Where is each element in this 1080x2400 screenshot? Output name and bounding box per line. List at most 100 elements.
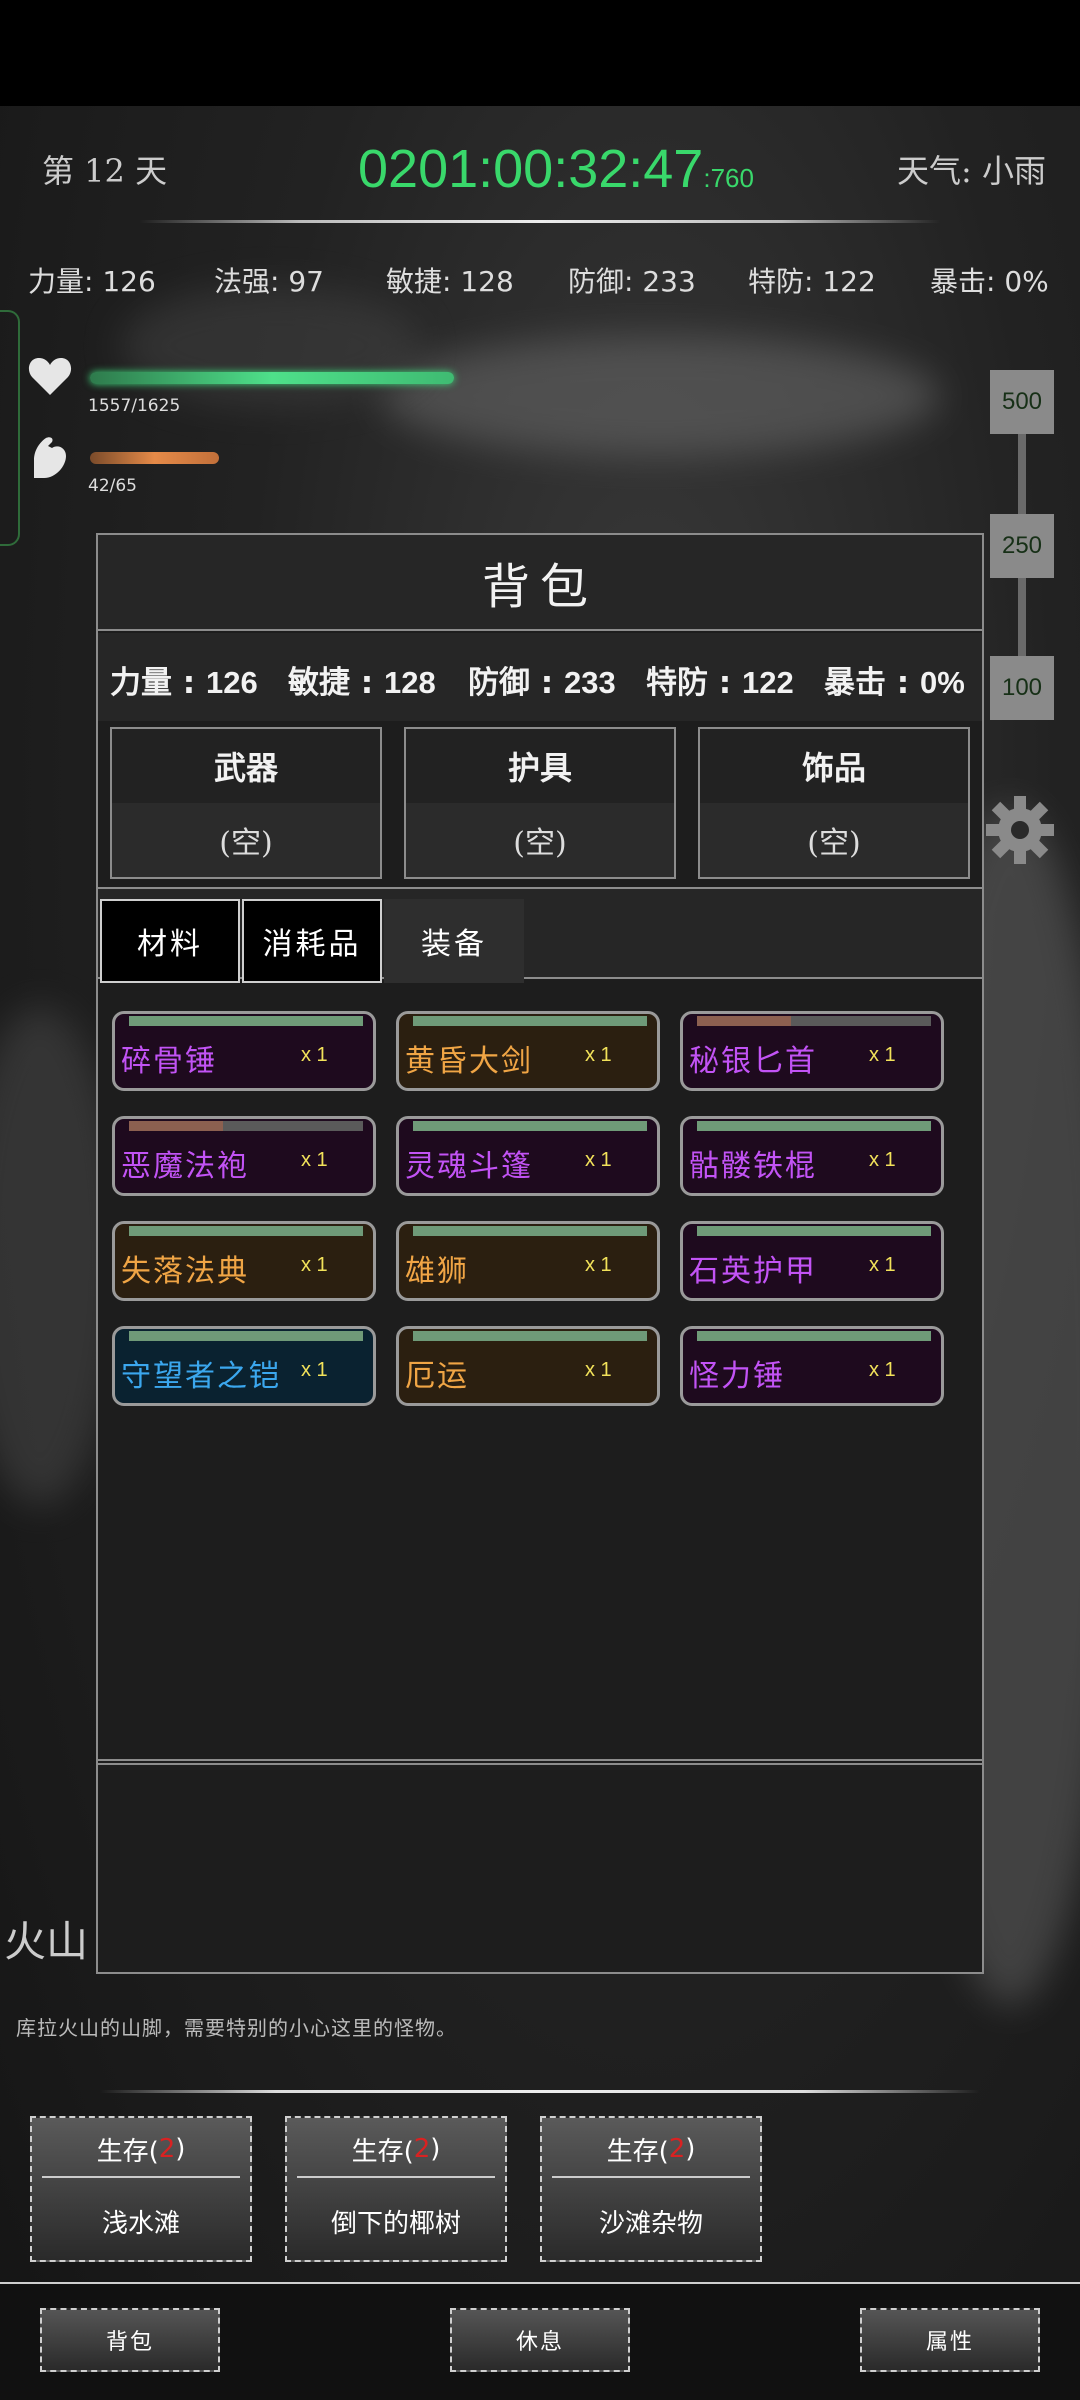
strength-arm-icon (34, 437, 66, 478)
durability-fill (413, 1226, 647, 1236)
durability-bar (697, 1121, 931, 1131)
durability-fill (413, 1331, 647, 1341)
durability-fill (697, 1331, 931, 1341)
action-shallow-beach[interactable]: 生存(2) 浅水滩 (30, 2116, 252, 2262)
bag-stat-value: 0% (919, 665, 965, 700)
action-fallen-palm[interactable]: 生存(2) 倒下的椰树 (285, 2116, 507, 2262)
tab-consumables[interactable]: 消耗品 (242, 899, 382, 983)
action-prefix: 生存( (606, 2136, 669, 2167)
action-count: 2 (158, 2134, 176, 2164)
action-suffix: ) (685, 2134, 696, 2164)
action-label: 浅水滩 (101, 2208, 180, 2239)
inventory-item[interactable]: 雄狮 x 1 (396, 1221, 660, 1301)
item-name: 石英护甲 (689, 1254, 817, 1289)
backpack-title: 背包 (98, 535, 982, 631)
clock-ms: :760 (703, 163, 754, 193)
hp-bar (90, 372, 454, 384)
inventory-item[interactable]: 怪力锤 x 1 (680, 1326, 944, 1406)
inventory-item[interactable]: 守望者之铠 x 1 (112, 1326, 376, 1406)
stat-crit: 暴击: 0% (930, 265, 1049, 298)
action-cost: 生存(2) (287, 2122, 505, 2176)
action-prefix: 生存( (351, 2136, 414, 2167)
inventory-item[interactable]: 失落法典 x 1 (112, 1221, 376, 1301)
nav-backpack-button[interactable]: 背包 (40, 2308, 220, 2372)
equip-slot-armor[interactable]: 护具 (空) (404, 727, 676, 879)
clock-main: 0201:00:32:47 (358, 139, 704, 199)
stats-row: 力量: 126 法强: 97 敏捷: 128 防御: 233 特防: 122 暴… (0, 260, 1080, 300)
durability-bar (129, 1016, 363, 1026)
item-quantity: x 1 (585, 1044, 612, 1066)
bag-stat-value: 122 (741, 665, 794, 700)
inventory-item[interactable]: 骷髅铁棍 x 1 (680, 1116, 944, 1196)
bag-stat-value: 233 (563, 665, 616, 700)
scale-tag-250[interactable]: 250 (990, 514, 1054, 578)
action-count: 2 (413, 2134, 431, 2164)
inventory-item[interactable]: 碎骨锤 x 1 (112, 1011, 376, 1091)
item-quantity: x 1 (585, 1359, 612, 1381)
action-label: 倒下的椰树 (330, 2208, 461, 2239)
action-cost: 生存(2) (32, 2122, 250, 2176)
bag-stat-value: 126 (205, 665, 258, 700)
action-beach-debris[interactable]: 生存(2) 沙滩杂物 (540, 2116, 762, 2262)
header-divider (140, 220, 940, 223)
inventory-item[interactable]: 石英护甲 x 1 (680, 1221, 944, 1301)
inventory-item[interactable]: 黄昏大剑 x 1 (396, 1011, 660, 1091)
item-name: 秘银匕首 (689, 1044, 817, 1079)
stat-defense: 防御: 233 (568, 265, 696, 298)
item-name: 怪力锤 (689, 1359, 785, 1394)
bag-stat-resist: 特防 : 122 (646, 665, 794, 701)
nav-rest-button[interactable]: 休息 (450, 2308, 630, 2372)
game-clock: 0201:00:32:47:760 (358, 138, 754, 200)
tab-materials[interactable]: 材料 (100, 899, 240, 983)
backpack-stats: 力量 : 126 敏捷 : 128 防御 : 233 特防 : 122 暴击 :… (98, 633, 982, 721)
nav-attributes-button[interactable]: 属性 (860, 2308, 1040, 2372)
slot-value: (空) (700, 803, 968, 877)
item-quantity: x 1 (585, 1149, 612, 1171)
gear-icon[interactable] (984, 794, 1056, 866)
equip-slot-weapon[interactable]: 武器 (空) (110, 727, 382, 879)
stamina-text: 42/65 (88, 476, 137, 496)
item-name: 恶魔法袍 (121, 1149, 249, 1184)
zoom-scale: 500 250 100 (990, 370, 1054, 720)
scale-tag-500[interactable]: 500 (990, 370, 1054, 434)
tab-equipment[interactable]: 装备 (384, 899, 524, 983)
durability-bar (129, 1226, 363, 1236)
location-divider (100, 2090, 980, 2093)
durability-bar (697, 1226, 931, 1236)
durability-fill (129, 1016, 363, 1026)
bag-stat-strength: 力量 : 126 (110, 665, 258, 701)
item-name: 黄昏大剑 (405, 1044, 533, 1079)
weather-label: 天气: 小雨 (897, 152, 1046, 190)
stat-magic: 法强: 97 (214, 265, 324, 298)
durability-fill (129, 1226, 363, 1236)
durability-bar (413, 1226, 647, 1236)
equip-slot-accessory[interactable]: 饰品 (空) (698, 727, 970, 879)
item-name: 灵魂斗篷 (405, 1149, 533, 1184)
item-name: 守望者之铠 (121, 1359, 281, 1394)
durability-fill (413, 1016, 647, 1026)
item-name: 失落法典 (121, 1254, 249, 1289)
hp-text: 1557/1625 (88, 396, 181, 416)
item-quantity: x 1 (301, 1149, 328, 1171)
bag-stat-label: 敏捷 (288, 665, 350, 701)
action-cost: 生存(2) (542, 2122, 760, 2176)
inventory-item[interactable]: 厄运 x 1 (396, 1326, 660, 1406)
side-panel-handle[interactable] (0, 310, 20, 546)
item-quantity: x 1 (869, 1149, 896, 1171)
item-quantity: x 1 (869, 1254, 896, 1276)
stat-strength: 力量: 126 (28, 265, 156, 298)
stamina-bar (90, 452, 219, 464)
inventory-item[interactable]: 秘银匕首 x 1 (680, 1011, 944, 1091)
action-suffix: ) (430, 2134, 441, 2164)
bag-stat-crit: 暴击 : 0% (824, 665, 965, 701)
durability-bar (413, 1331, 647, 1341)
inventory-item[interactable]: 恶魔法袍 x 1 (112, 1116, 376, 1196)
action-divider (297, 2176, 495, 2178)
slot-label: 饰品 (700, 729, 968, 803)
inventory-item[interactable]: 灵魂斗篷 x 1 (396, 1116, 660, 1196)
durability-fill (697, 1226, 931, 1236)
bag-stat-label: 特防 (646, 665, 708, 701)
item-quantity: x 1 (301, 1044, 328, 1066)
scale-tag-100[interactable]: 100 (990, 656, 1054, 720)
durability-fill (697, 1016, 791, 1026)
